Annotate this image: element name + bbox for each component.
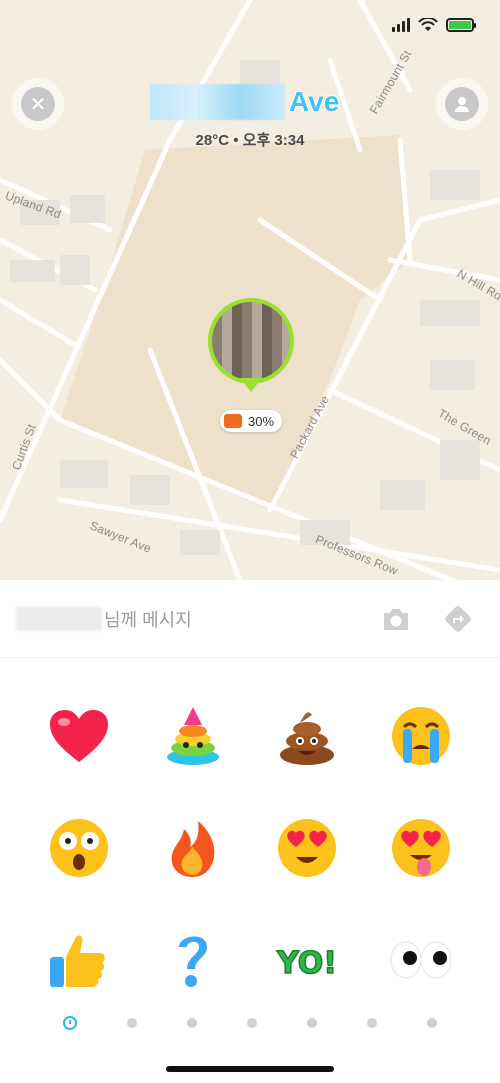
emoji-eyes[interactable] (364, 904, 478, 1016)
status-bar (392, 18, 476, 32)
emoji-page-dot[interactable] (127, 1018, 137, 1028)
directions-icon (445, 605, 471, 632)
close-button[interactable]: ✕ (12, 78, 64, 130)
emoji-page-dot[interactable] (427, 1018, 437, 1028)
emoji-page-dot[interactable] (307, 1018, 317, 1028)
weather-time: 28°C • 오후 3:34 (195, 132, 305, 149)
friend-location-pin[interactable] (208, 298, 294, 384)
location-title: Ave (150, 84, 340, 120)
recent-emoji-tab-icon[interactable] (63, 1016, 77, 1030)
close-icon: ✕ (21, 87, 55, 121)
emoji-shocked-face[interactable] (22, 792, 136, 904)
emoji-heart[interactable] (22, 680, 136, 792)
battery-level: 30% (248, 413, 275, 429)
friend-battery-badge: 30% (220, 410, 283, 432)
emoji-heart-eyes-tongue[interactable] (364, 792, 478, 904)
emoji-rainbow-poop[interactable] (136, 680, 250, 792)
battery-icon (224, 414, 242, 428)
pin-tail (240, 378, 262, 392)
street-suffix: Ave (288, 85, 340, 118)
emoji-page-dot[interactable] (247, 1018, 257, 1028)
wifi-icon (418, 18, 438, 31)
emoji-crying-face[interactable] (364, 680, 478, 792)
emoji-page-indicator (63, 1016, 437, 1030)
avatar (212, 302, 290, 380)
person-icon (445, 87, 479, 121)
directions-button[interactable] (442, 603, 474, 635)
profile-button[interactable] (436, 78, 488, 130)
yo-text: YO! (276, 946, 337, 981)
emoji-grid: YO! (22, 680, 478, 1016)
emoji-page-dot[interactable] (367, 1018, 377, 1028)
redacted-recipient-name (16, 606, 102, 631)
emoji-page-dot[interactable] (187, 1018, 197, 1028)
signal-icon (392, 18, 410, 32)
emoji-poop[interactable] (250, 680, 364, 792)
camera-button[interactable] (380, 603, 412, 635)
battery-icon (446, 18, 476, 32)
home-indicator[interactable] (166, 1066, 334, 1072)
emoji-thumbs-up[interactable] (22, 904, 136, 1016)
emoji-yo[interactable]: YO! (250, 904, 364, 1016)
emoji-question-mark[interactable] (136, 904, 250, 1016)
emoji-fire[interactable] (136, 792, 250, 904)
camera-icon (384, 608, 408, 630)
redacted-street-name (150, 84, 285, 120)
message-input[interactable]: 님께 메시지 (104, 606, 192, 632)
map-view[interactable]: Fairmount St N Hill Rd Upland Rd Curtis … (0, 0, 500, 580)
emoji-heart-eyes[interactable] (250, 792, 364, 904)
message-bar[interactable]: 님께 메시지 (0, 580, 500, 658)
